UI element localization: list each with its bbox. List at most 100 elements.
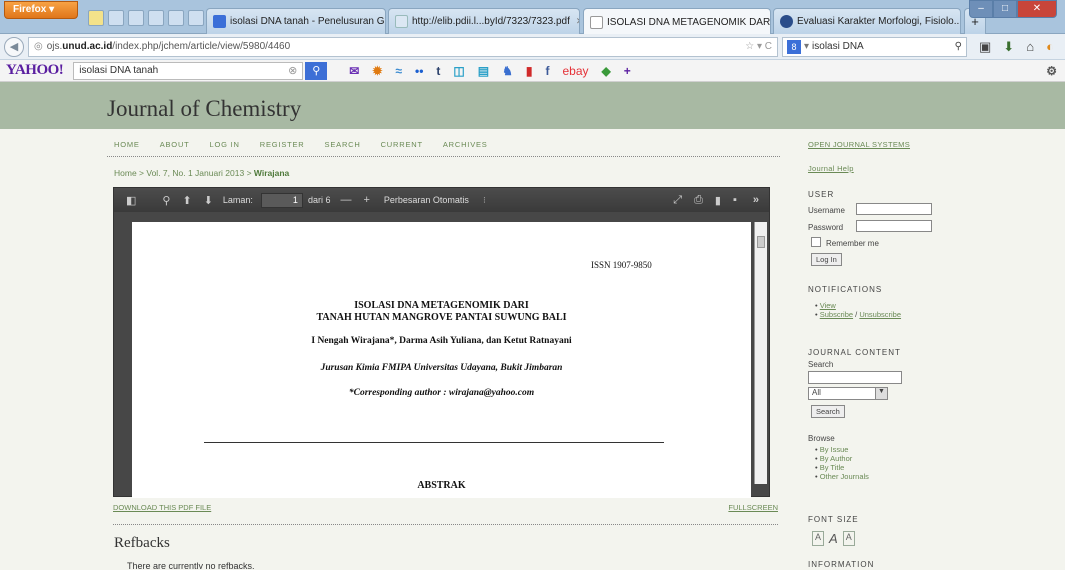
mail-icon[interactable]: ✉ — [349, 64, 359, 78]
browser-window: Firefox ▾ isolasi DNA tanah - Penelusura… — [0, 0, 1065, 570]
browse-list: By Issue By Author By Title Other Journa… — [808, 445, 869, 481]
close-window-button[interactable]: ✕ — [1017, 0, 1057, 18]
reload-icon[interactable]: ☆ ▾ C — [745, 41, 772, 52]
weather-icon[interactable]: ✹ — [372, 64, 382, 78]
tab-evaluasi[interactable]: Evaluasi Karakter Morfologi, Fisiolo... … — [773, 8, 961, 34]
journal-search-button[interactable]: Search — [811, 405, 845, 418]
list-item: Subscribe / Unsubscribe — [815, 310, 901, 319]
news-icon[interactable]: ◫ — [453, 64, 464, 78]
browse-by-issue[interactable]: By Issue — [815, 445, 869, 454]
tools-icon[interactable]: » — [753, 194, 759, 206]
answers-icon[interactable]: ▤ — [478, 64, 489, 78]
zoom-in-icon[interactable]: + — [363, 194, 369, 206]
menu-search[interactable]: SEARCH — [325, 140, 361, 149]
bookmark-icon[interactable]: ▪ — [733, 194, 737, 206]
pinned-tab[interactable] — [148, 10, 164, 26]
user-heading: USER — [808, 190, 835, 199]
print-icon[interactable]: ⎙ — [694, 194, 703, 207]
breadcrumb-issue[interactable]: Vol. 7, No. 1 Januari 2013 — [146, 168, 244, 178]
font-default-icon[interactable]: A — [829, 531, 838, 546]
scrollbar-thumb[interactable] — [757, 236, 765, 248]
journal-search-input[interactable] — [808, 371, 902, 384]
pinned-tab[interactable] — [108, 10, 124, 26]
breadcrumb-current[interactable]: Wirajana — [254, 168, 289, 178]
subscribe-link[interactable]: Subscribe — [820, 310, 853, 319]
username-input[interactable] — [856, 203, 932, 215]
zoom-select[interactable]: Perbesaran Otomatis — [384, 195, 469, 205]
addon-icon[interactable]: ◐ — [1046, 39, 1054, 54]
menu-register[interactable]: REGISTER — [260, 140, 305, 149]
ojs-link[interactable]: OPEN JOURNAL SYSTEMS — [808, 140, 910, 149]
tumblr-icon[interactable]: t — [436, 64, 440, 78]
breadcrumb-home[interactable]: Home — [114, 168, 137, 178]
page-number-input[interactable]: 1 — [260, 192, 303, 208]
settings-gear-icon[interactable]: ⚙ — [1046, 64, 1057, 78]
notifications-view-link[interactable]: View — [820, 301, 836, 310]
browser-search-box[interactable]: 8 ▾ isolasi DNA ⚲ — [782, 36, 967, 57]
minimize-button[interactable]: – — [969, 0, 993, 18]
back-button[interactable]: ◀ — [4, 36, 24, 57]
clear-icon[interactable]: ⊗ — [288, 64, 297, 77]
pinned-tab[interactable] — [168, 10, 184, 26]
firefox-menu-button[interactable]: Firefox ▾ — [4, 1, 78, 19]
divider — [107, 156, 780, 157]
search-scope-select[interactable]: All ▼ — [808, 387, 888, 400]
presentation-mode-icon[interactable]: ⤢ — [673, 194, 682, 207]
leaf-icon[interactable]: ◆ — [602, 64, 611, 78]
tab-active-article[interactable]: ISOLASI DNA METAGENOMIK DARI... ✕ — [583, 8, 771, 35]
next-page-icon[interactable]: ⬇ — [204, 194, 213, 207]
maximize-button[interactable]: □ — [993, 0, 1017, 18]
bookmark-icon[interactable]: ▮ — [526, 64, 533, 78]
menu-archives[interactable]: ARCHIVES — [443, 140, 488, 149]
font-small-icon[interactable]: A — [812, 531, 825, 546]
password-input[interactable] — [856, 220, 932, 232]
flickr-icon[interactable]: •• — [415, 64, 423, 78]
paper-authors: I Nengah Wirajana*, Darma Asih Yuliana, … — [311, 336, 572, 346]
download-icon[interactable]: ⬇ — [1003, 39, 1014, 55]
menu-home[interactable]: HOME — [114, 140, 140, 149]
home-icon[interactable]: ⌂ — [1026, 39, 1034, 54]
bookmarks-icon[interactable]: ▣ — [979, 39, 991, 55]
page-label: Laman: — [222, 195, 253, 205]
tab-google-search[interactable]: isolasi DNA tanah - Penelusuran G... ✕ — [206, 8, 386, 34]
menu-current[interactable]: CURRENT — [381, 140, 423, 149]
menu-about[interactable]: ABOUT — [160, 140, 190, 149]
facebook-icon[interactable]: f — [545, 64, 549, 78]
menu-login[interactable]: LOG IN — [210, 140, 240, 149]
sports-icon[interactable]: ♞ — [502, 64, 513, 78]
information-heading: INFORMATION — [808, 560, 875, 569]
previous-page-icon[interactable]: ⬆ — [182, 194, 191, 207]
zoom-out-icon[interactable]: — — [340, 194, 351, 206]
download-pdf-link[interactable]: DOWNLOAD THIS PDF FILE — [113, 503, 211, 512]
tab-pdf[interactable]: http://elib.pdii.l...byId/7323/7323.pdf … — [388, 8, 580, 34]
remember-me-checkbox[interactable] — [811, 237, 821, 247]
yahoo-toolbar: YAHOO! isolasi DNA tanah ⊗ ⚲ ✉ ✹ ≈ •• t … — [0, 60, 1065, 82]
pinned-tab[interactable] — [128, 10, 144, 26]
warning-tab-icon[interactable] — [88, 10, 104, 26]
find-icon[interactable]: ⚲ — [162, 194, 170, 207]
login-button[interactable]: Log In — [811, 253, 842, 266]
add-icon[interactable]: + — [624, 64, 631, 78]
search-icon[interactable]: ⚲ — [955, 41, 962, 52]
browse-by-title[interactable]: By Title — [815, 463, 869, 472]
journal-help-link[interactable]: Journal Help — [808, 164, 854, 173]
pinned-tab[interactable] — [188, 10, 204, 26]
browse-by-author[interactable]: By Author — [815, 454, 869, 463]
yahoo-search-input[interactable]: isolasi DNA tanah ⊗ — [73, 61, 304, 80]
chevron-down-icon[interactable]: ▾ — [804, 41, 809, 52]
fullscreen-link[interactable]: FULLSCREEN — [728, 503, 778, 512]
font-large-icon[interactable]: A — [842, 531, 855, 546]
url-bar[interactable]: ◎ ojs. unud.ac.id/index.php/jchem/article… — [28, 36, 778, 57]
browse-other-journals[interactable]: Other Journals — [815, 472, 869, 481]
journal-title[interactable]: Journal of Chemistry — [107, 96, 301, 122]
sidebar-toggle-icon[interactable]: ◧ — [126, 194, 136, 207]
ebay-icon[interactable]: ebay — [562, 64, 588, 78]
password-label: Password — [808, 223, 844, 232]
unsubscribe-link[interactable]: Unsubscribe — [859, 310, 901, 319]
finance-icon[interactable]: ≈ — [395, 64, 402, 78]
yahoo-search-button[interactable]: ⚲ — [305, 61, 328, 80]
save-icon[interactable]: ▮ — [715, 194, 721, 207]
close-icon[interactable]: ✕ — [570, 16, 579, 27]
pdf-scrollbar[interactable] — [754, 222, 767, 484]
yahoo-logo[interactable]: YAHOO! — [6, 62, 64, 79]
